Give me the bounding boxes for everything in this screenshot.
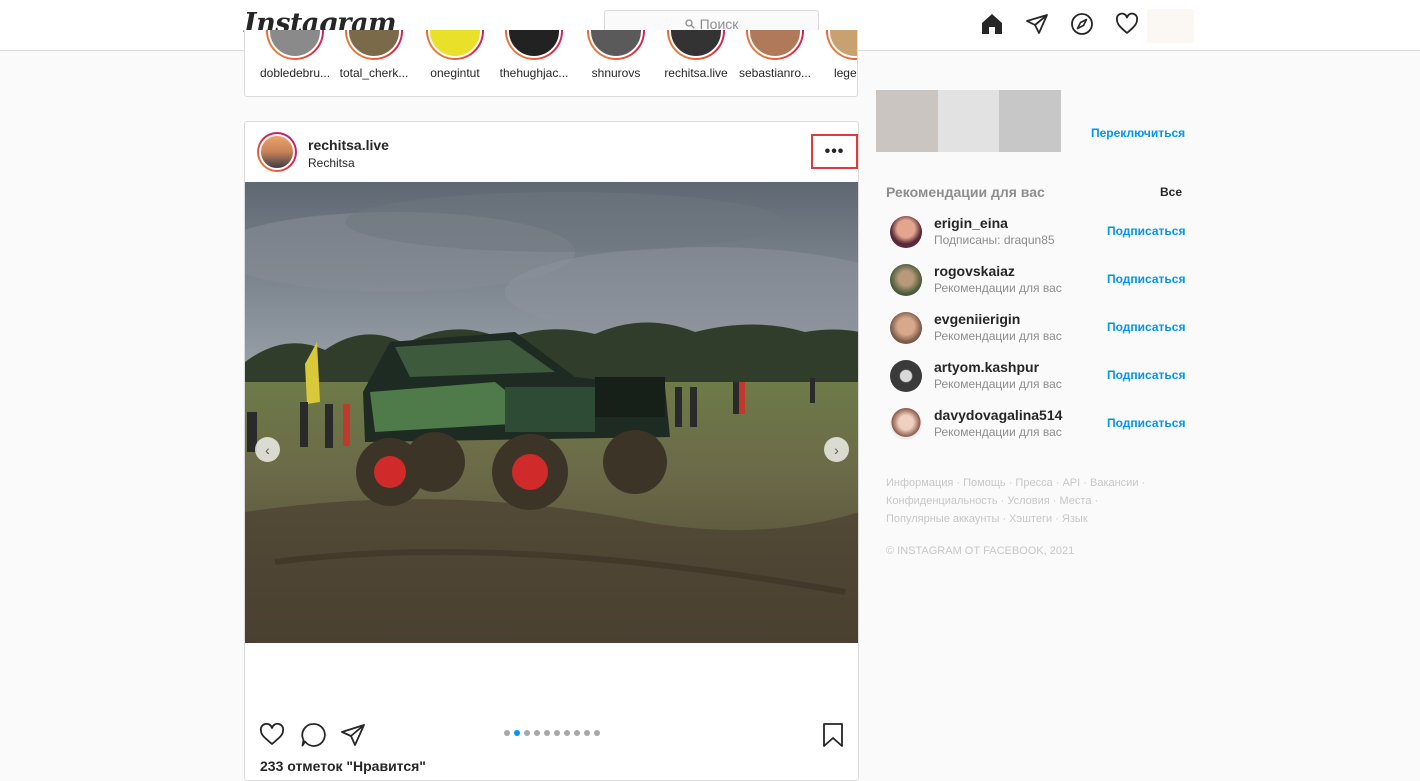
suggestion-row: davydovagalina514 Рекомендации для вас П… — [886, 404, 1186, 444]
story-username: thehughjac... — [499, 66, 569, 80]
story-avatar-ring — [746, 30, 804, 60]
feed-post: rechitsa.live Rechitsa ••• ‹ › 233 отмет… — [244, 121, 859, 781]
story-username: sebastianro... — [738, 66, 812, 80]
see-all-link[interactable]: Все — [1160, 185, 1182, 199]
suggestion-avatar[interactable] — [890, 360, 922, 392]
save-bookmark-icon[interactable] — [820, 722, 846, 748]
nav-icons — [980, 12, 1139, 36]
suggestion-subtitle: Подписаны: draqun85 — [934, 233, 1055, 247]
carousel-dot — [554, 730, 560, 736]
story-avatar-ring — [266, 30, 324, 60]
suggestion-subtitle: Рекомендации для вас — [934, 329, 1062, 343]
like-heart-icon[interactable] — [259, 722, 285, 748]
carousel-dot — [594, 730, 600, 736]
suggestion-row: rogovskaiaz Рекомендации для вас Подписа… — [886, 260, 1186, 300]
story-avatar-ring — [667, 30, 725, 60]
carousel-indicator — [504, 730, 600, 736]
story-avatar-ring — [826, 30, 857, 60]
account-thumb — [937, 90, 1000, 152]
story-username: shnurovs — [591, 66, 641, 80]
footer-link[interactable]: Пресса — [1015, 477, 1052, 489]
suggestion-subtitle: Рекомендации для вас — [934, 281, 1062, 295]
suggestion-username[interactable]: artyom.kashpur — [934, 359, 1039, 375]
story-username: legends — [833, 66, 857, 80]
carousel-dot — [524, 730, 530, 736]
post-header: rechitsa.live Rechitsa ••• — [245, 122, 858, 182]
explore-icon[interactable] — [1070, 12, 1094, 36]
suggestion-avatar[interactable] — [890, 312, 922, 344]
story-avatar-ring — [345, 30, 403, 60]
footer-links: Информация · Помощь · Пресса · API · Вак… — [886, 477, 1146, 525]
post-actions-bar — [245, 718, 858, 754]
story-avatar-ring — [587, 30, 645, 60]
account-thumb — [876, 90, 938, 152]
follow-button[interactable]: Подписаться — [1107, 416, 1185, 430]
post-location[interactable]: Rechitsa — [308, 156, 355, 170]
follow-button[interactable]: Подписаться — [1107, 224, 1185, 238]
carousel-dot — [534, 730, 540, 736]
footer-link[interactable]: Хэштеги — [1009, 513, 1052, 525]
switch-account-link[interactable]: Переключиться — [1091, 126, 1185, 140]
recommendations-heading: Рекомендации для вас — [886, 184, 1045, 200]
activity-heart-icon[interactable] — [1115, 12, 1139, 36]
suggestion-row: artyom.kashpur Рекомендации для вас Подп… — [886, 356, 1186, 396]
carousel-dot — [544, 730, 550, 736]
footer-link[interactable]: Конфиденциальность — [886, 495, 998, 507]
carousel-dot — [574, 730, 580, 736]
suggestion-username[interactable]: erigin_eina — [934, 215, 1008, 231]
suggestion-row: erigin_eina Подписаны: draqun85 Подписат… — [886, 212, 1186, 252]
share-icon[interactable] — [340, 722, 366, 748]
more-options-icon: ••• — [824, 142, 845, 160]
suggestion-avatar[interactable] — [890, 264, 922, 296]
search-icon — [684, 19, 695, 29]
footer-link[interactable]: API — [1062, 477, 1080, 489]
story-username: dobledebru... — [259, 66, 331, 80]
suggestion-subtitle: Рекомендации для вас — [934, 377, 1062, 391]
comment-icon[interactable] — [300, 722, 326, 748]
carousel-dot — [584, 730, 590, 736]
footer-link[interactable]: Вакансии — [1090, 477, 1139, 489]
follow-button[interactable]: Подписаться — [1107, 320, 1185, 334]
footer-link[interactable]: Язык — [1062, 513, 1088, 525]
post-author-avatar[interactable] — [257, 132, 297, 172]
story-username: onegintut — [430, 66, 480, 80]
follow-button[interactable]: Подписаться — [1107, 368, 1185, 382]
post-author-username[interactable]: rechitsa.live — [308, 137, 389, 153]
footer-link[interactable]: Условия — [1007, 495, 1049, 507]
story-username: rechitsa.live — [664, 66, 728, 80]
account-thumb — [999, 90, 1062, 152]
current-account-thumbnails — [876, 90, 1062, 152]
carousel-prev-button[interactable]: ‹ — [255, 437, 280, 462]
post-image[interactable]: ‹ › — [245, 182, 858, 643]
carousel-next-button[interactable]: › — [824, 437, 849, 462]
carousel-dot-active — [514, 730, 520, 736]
post-more-options-button[interactable]: ••• — [811, 134, 858, 169]
footer-link[interactable]: Места — [1060, 495, 1092, 507]
footer-link[interactable]: Информация — [886, 477, 953, 489]
suggestion-row: evgeniierigin Рекомендации для вас Подпи… — [886, 308, 1186, 348]
suggestion-username[interactable]: davydovagalina514 — [934, 407, 1062, 423]
copyright-text: © Instagram от Facebook, 2021 — [886, 545, 1075, 557]
suggestion-username[interactable]: rogovskaiaz — [934, 263, 1015, 279]
suggestion-avatar[interactable] — [890, 216, 922, 248]
suggestion-username[interactable]: evgeniierigin — [934, 311, 1020, 327]
footer-link[interactable]: Популярные аккаунты — [886, 513, 999, 525]
suggestion-subtitle: Рекомендации для вас — [934, 425, 1062, 439]
story-avatar-ring — [426, 30, 484, 60]
story-username: total_cherk... — [339, 66, 409, 80]
footer-link[interactable]: Помощь — [963, 477, 1006, 489]
direct-icon[interactable] — [1025, 12, 1049, 36]
suggestion-avatar[interactable] — [890, 408, 922, 440]
stories-tray: dobledebru... total_cherk... onegintut t… — [244, 30, 858, 97]
carousel-dot — [504, 730, 510, 736]
profile-avatar[interactable] — [1147, 9, 1194, 43]
story-avatar-ring — [505, 30, 563, 60]
follow-button[interactable]: Подписаться — [1107, 272, 1185, 286]
home-icon[interactable] — [980, 12, 1004, 36]
carousel-dot — [564, 730, 570, 736]
